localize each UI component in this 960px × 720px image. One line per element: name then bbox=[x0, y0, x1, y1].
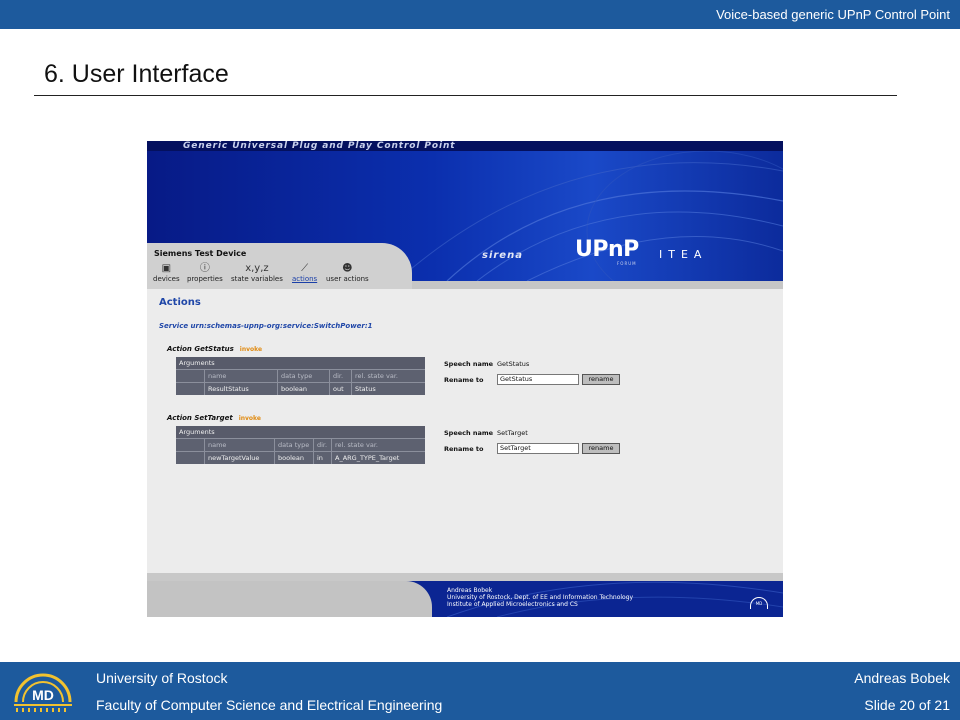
nav-actions[interactable]: ⟋ actions bbox=[292, 262, 317, 283]
arguments-table: Arguments name data type dir. rel. state… bbox=[176, 357, 425, 395]
footer-credits: Andreas Bobek University of Rostock, Dep… bbox=[447, 587, 633, 608]
arg-dir: in bbox=[313, 452, 331, 464]
nav-devices[interactable]: ▣ devices bbox=[153, 262, 180, 283]
arg-state-var: A_ARG_TYPE_Target bbox=[331, 452, 425, 464]
table-header-row: name data type dir. rel. state var. bbox=[176, 438, 425, 451]
footer-university: University of Rostock, Dept. of EE and I… bbox=[447, 594, 634, 601]
faculty-name: Faculty of Computer Science and Electric… bbox=[96, 697, 443, 713]
arg-dir: out bbox=[329, 383, 351, 395]
nav-state-variables-label: state variables bbox=[231, 275, 283, 283]
upnp-forum-label: FORUM bbox=[617, 261, 637, 266]
action-name: Action GetStatus bbox=[167, 345, 234, 353]
nav-user-actions-label: user actions bbox=[326, 275, 369, 283]
info-icon: ⓘ bbox=[199, 263, 210, 274]
action-header: Action SetTarget invoke bbox=[167, 414, 261, 422]
nav-devices-label: devices bbox=[153, 275, 180, 283]
speech-name-label: Speech name bbox=[444, 360, 494, 368]
speech-name-value: GetStatus bbox=[497, 360, 530, 368]
table-row: newTargetValue boolean in A_ARG_TYPE_Tar… bbox=[176, 451, 425, 464]
md-logo-text: MD bbox=[32, 687, 54, 703]
column-state-var: rel. state var. bbox=[331, 439, 425, 451]
bottom-bar: MD University of Rostock Faculty of Comp… bbox=[0, 662, 960, 720]
column-dir: dir. bbox=[313, 439, 331, 451]
rename-label-row: Rename to bbox=[444, 376, 497, 384]
slide: Voice-based generic UPnP Control Point 6… bbox=[0, 0, 960, 720]
column-name: name bbox=[204, 439, 274, 451]
arg-state-var: Status bbox=[351, 383, 425, 395]
md-logo-icon: MD bbox=[750, 597, 768, 609]
arguments-label: Arguments bbox=[176, 357, 425, 369]
arguments-table: Arguments name data type dir. rel. state… bbox=[176, 426, 425, 464]
column-state-var: rel. state var. bbox=[351, 370, 425, 382]
university-name: University of Rostock bbox=[96, 670, 228, 686]
rename-to-label: Rename to bbox=[444, 376, 484, 384]
arg-name: ResultStatus bbox=[204, 383, 277, 395]
arg-type: boolean bbox=[274, 452, 313, 464]
speech-name-row: Speech name GetStatus bbox=[444, 360, 529, 368]
slide-number: Slide 20 of 21 bbox=[864, 697, 950, 713]
footer-institute: Institute of Applied Microelectronics an… bbox=[447, 601, 578, 608]
top-bar: Voice-based generic UPnP Control Point bbox=[0, 0, 960, 29]
author-name: Andreas Bobek bbox=[854, 670, 950, 686]
footer-panel bbox=[147, 581, 432, 617]
column-dir: dir. bbox=[329, 370, 351, 382]
invoke-link[interactable]: invoke bbox=[239, 415, 261, 422]
table-header-row: name data type dir. rel. state var. bbox=[176, 369, 425, 382]
actions-icon: ⟋ bbox=[301, 263, 309, 274]
rename-label-row: Rename to bbox=[444, 445, 497, 453]
invoke-link[interactable]: invoke bbox=[240, 346, 262, 353]
footer-author: Andreas Bobek bbox=[447, 587, 493, 594]
md-logo-icon: MD bbox=[14, 673, 72, 712]
itea-logo: ITEA bbox=[659, 248, 708, 261]
arguments-label: Arguments bbox=[176, 426, 425, 438]
nav-properties-label: properties bbox=[187, 275, 223, 283]
device-name: Siemens Test Device bbox=[154, 249, 247, 258]
upnp-logo: UPnP bbox=[575, 237, 639, 262]
rename-to-label: Rename to bbox=[444, 445, 484, 453]
control-point-window: Generic Universal Plug and Play Control … bbox=[147, 141, 783, 617]
speech-name-label: Speech name bbox=[444, 429, 494, 437]
device-icon: ▣ bbox=[161, 263, 172, 274]
rename-button[interactable]: rename bbox=[582, 443, 620, 454]
service-name: Service urn:schemas-upnp-org:service:Swi… bbox=[159, 322, 373, 330]
column-data-type: data type bbox=[277, 370, 329, 382]
title-divider bbox=[34, 95, 897, 96]
nav-user-actions[interactable]: ☻ user actions bbox=[326, 262, 369, 283]
slide-title: 6. User Interface bbox=[44, 60, 229, 88]
variables-icon: x,y,z bbox=[245, 263, 269, 274]
actions-heading: Actions bbox=[159, 297, 201, 308]
arg-type: boolean bbox=[277, 383, 329, 395]
action-header: Action GetStatus invoke bbox=[167, 345, 262, 353]
banner-title: Generic Universal Plug and Play Control … bbox=[183, 141, 456, 151]
table-row: ResultStatus boolean out Status bbox=[176, 382, 425, 395]
nav-properties[interactable]: ⓘ properties bbox=[187, 262, 223, 283]
rename-button[interactable]: rename bbox=[582, 374, 620, 385]
speech-name-value: SetTarget bbox=[497, 429, 528, 437]
action-name: Action SetTarget bbox=[167, 414, 233, 422]
speech-name-row: Speech name SetTarget bbox=[444, 429, 528, 437]
nav-state-variables[interactable]: x,y,z state variables bbox=[231, 262, 283, 283]
nav-actions-label: actions bbox=[292, 275, 318, 283]
footer-strip bbox=[147, 573, 783, 581]
rename-input[interactable]: GetStatus bbox=[497, 374, 579, 385]
presentation-title: Voice-based generic UPnP Control Point bbox=[716, 7, 950, 22]
user-actions-icon: ☻ bbox=[342, 263, 353, 274]
sirena-logo: sirena bbox=[482, 250, 523, 261]
arg-name: newTargetValue bbox=[204, 452, 274, 464]
rename-input[interactable]: SetTarget bbox=[497, 443, 579, 454]
column-data-type: data type bbox=[274, 439, 313, 451]
column-name: name bbox=[204, 370, 277, 382]
